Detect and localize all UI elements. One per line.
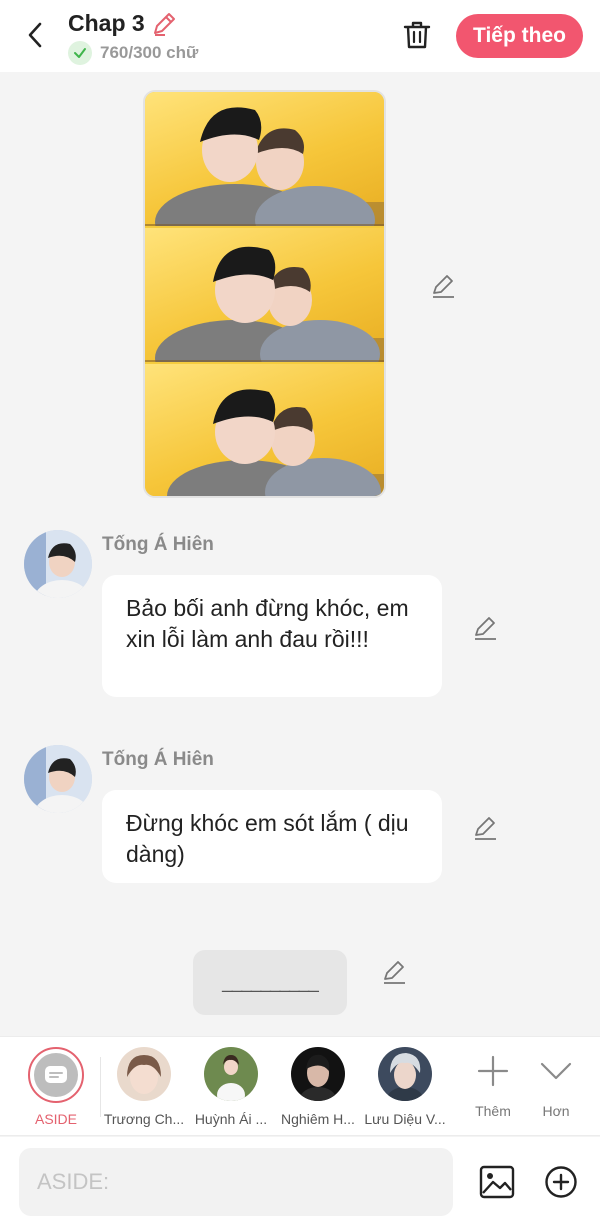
aside-message[interactable]: __________ [193,950,347,1015]
character-label: Lưu Diệu V... [364,1111,446,1127]
edit-message-button[interactable] [470,813,500,843]
back-button[interactable] [18,18,52,52]
trash-icon [403,21,431,49]
pencil-icon [153,12,175,36]
pencil-icon [475,817,496,840]
photo-frame-1 [145,92,384,226]
character-label: Huỳnh Ái ... [194,1111,268,1127]
message-input[interactable] [19,1148,453,1216]
pencil-icon [475,617,496,640]
character-item[interactable]: Huỳnh Ái ... [188,1047,274,1127]
character-label: Nghiêm H... [281,1111,355,1127]
chapter-title: Chap 3 [68,10,145,36]
plus-circle-icon [545,1166,577,1198]
more-characters-button[interactable]: Thêm [463,1051,523,1119]
plus-icon [477,1055,509,1087]
avatar [204,1047,258,1101]
top-bar: Chap 3 760/300 chữ Tiếp theo [0,0,600,72]
character-name: Tống Á Hiên [102,749,214,770]
avatar [378,1047,432,1101]
character-name: Tống Á Hiên [102,534,214,555]
delete-button[interactable] [400,17,434,53]
edit-image-button[interactable] [428,271,458,301]
title-edit-button[interactable] [151,11,177,37]
avatar [117,1047,171,1101]
character-label: Trương Ch... [103,1111,185,1127]
message-bubble[interactable]: Bảo bối anh đừng khóc, em xin lỗi làm an… [102,575,442,697]
message-bubble[interactable]: Đừng khóc em sót lắm ( dịu dàng) [102,790,442,883]
avatar[interactable] [24,745,92,813]
pencil-icon [433,275,454,298]
chapter-title-row: Chap 3 [68,10,177,37]
character-item-aside[interactable]: ASIDE [13,1047,99,1127]
edit-message-button[interactable] [470,613,500,643]
insert-image-button[interactable] [478,1164,516,1200]
pencil-icon [384,961,405,984]
photo-frame-2 [145,228,384,362]
photo-frame-3 [145,364,384,496]
character-item[interactable]: Lưu Diệu V... [362,1047,448,1127]
character-selector: ASIDE Trương Ch... Huỳnh Ái ... Nghiêm H… [0,1036,600,1136]
character-item[interactable]: Nghiêm H... [275,1047,361,1127]
word-count: 760/300 chữ [100,43,199,62]
character-label: ASIDE [34,1111,77,1127]
more-label: Thêm [475,1103,511,1119]
avatar[interactable] [24,530,92,598]
character-item[interactable]: Trương Ch... [101,1047,187,1127]
chevron-down-icon [540,1062,572,1080]
avatar [291,1047,345,1101]
image-icon [479,1165,515,1199]
expand-button[interactable]: Hơn [526,1051,586,1119]
image-message[interactable] [143,90,386,498]
chevron-left-icon [28,22,42,48]
add-button[interactable] [543,1164,579,1200]
composer [0,1137,600,1227]
aside-text: __________ [222,971,319,993]
check-icon [68,41,92,65]
expand-label: Hơn [542,1103,570,1119]
edit-aside-button[interactable] [379,957,409,987]
speech-bubble-icon [45,1066,67,1083]
word-count-row: 760/300 chữ [68,41,198,65]
next-button[interactable]: Tiếp theo [456,14,583,58]
